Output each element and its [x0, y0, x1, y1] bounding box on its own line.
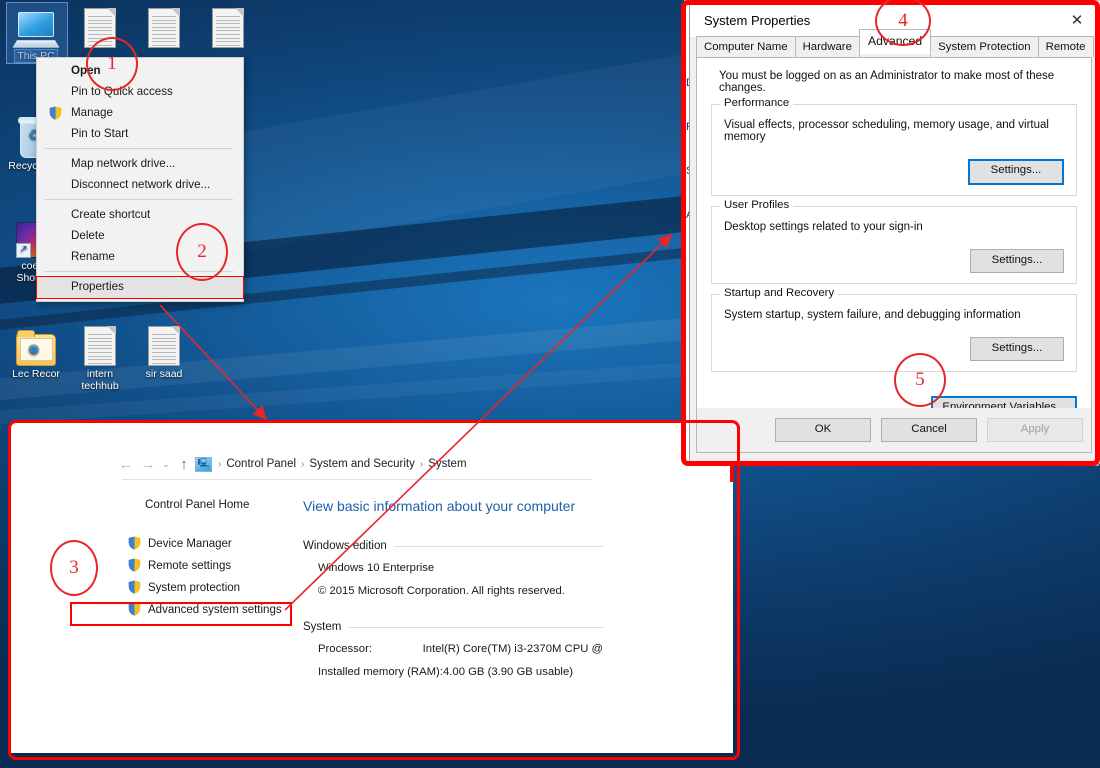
step-marker: 4 [875, 0, 931, 46]
step-marker: 5 [894, 353, 946, 407]
step-marker: 3 [50, 540, 98, 596]
step-marker: 1 [86, 37, 138, 91]
step-number-markers: 1 2 3 4 5 [0, 0, 1100, 768]
step-marker: 2 [176, 223, 228, 281]
